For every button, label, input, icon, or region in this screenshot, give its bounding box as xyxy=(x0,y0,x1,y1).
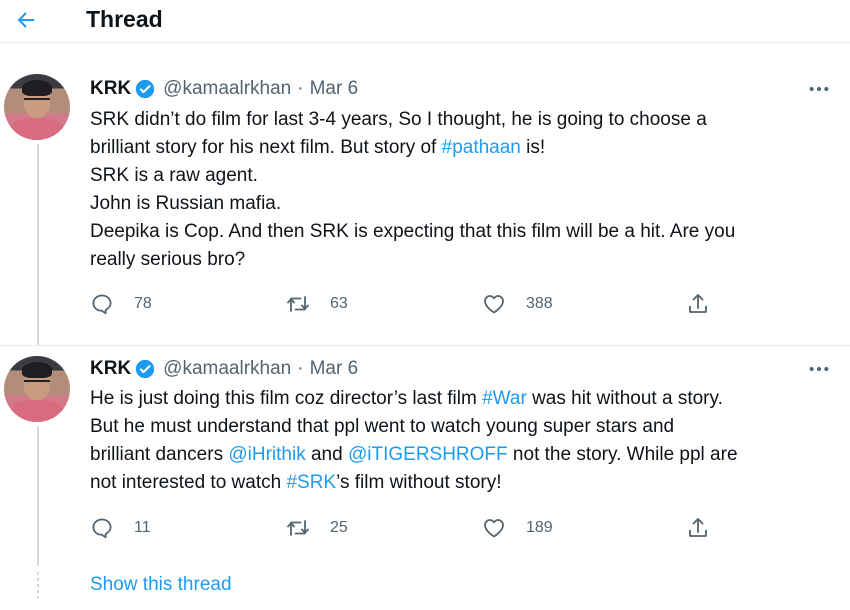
tweet-text-segment: and xyxy=(305,444,348,465)
thread-connector-line xyxy=(37,426,39,566)
tweet-text-segment: ’s film without story! xyxy=(336,472,502,493)
hashtag-link[interactable]: #War xyxy=(482,388,527,409)
tweet-text-segment: John is Russian mafia. xyxy=(90,193,282,214)
tweet[interactable]: KRK @kamaalrkhan · Mar 6 He is just doin… xyxy=(0,346,850,566)
more-options-button[interactable] xyxy=(802,76,836,102)
more-options-button[interactable] xyxy=(802,356,836,382)
tweet-text-segment: Deepika is Cop. And then SRK is expectin… xyxy=(90,221,736,242)
tweet-text-segment: is! xyxy=(520,137,546,158)
tweet-text-segment: really serious bro? xyxy=(90,249,246,270)
thread-dotted-connector xyxy=(37,572,39,598)
tweet-header: KRK @kamaalrkhan · Mar 6 xyxy=(90,76,358,102)
reply-icon xyxy=(92,518,112,539)
verified-badge-icon xyxy=(135,79,155,99)
tweet-actions: 78 63 388 xyxy=(90,289,730,319)
share-button[interactable] xyxy=(686,513,710,543)
tweet-text-line: But he must understand that ppl went to … xyxy=(90,413,835,441)
reply-count: 78 xyxy=(134,295,152,312)
retweet-button[interactable]: 25 xyxy=(286,513,348,543)
tweet-text-segment: SRK is a raw agent. xyxy=(90,165,258,186)
tweet-text-line: brilliant dancers @iHrithik and @iTIGERS… xyxy=(90,441,835,469)
tweet-text-line: SRK didn’t do film for last 3-4 years, S… xyxy=(90,106,835,134)
separator-dot: · xyxy=(297,358,304,379)
tweet-text: SRK didn’t do film for last 3-4 years, S… xyxy=(90,106,835,274)
like-button[interactable]: 388 xyxy=(482,289,553,319)
tweet-text-segment: SRK didn’t do film for last 3-4 years, S… xyxy=(90,109,707,130)
avatar[interactable] xyxy=(4,74,70,140)
tweet-text-segment: brilliant story for his next film. But s… xyxy=(90,137,442,158)
like-count: 189 xyxy=(526,519,553,536)
like-count: 388 xyxy=(526,295,553,312)
more-horizontal-icon xyxy=(809,366,829,372)
tweet-text-segment: not interested to watch xyxy=(90,472,287,493)
reply-button[interactable]: 78 xyxy=(90,289,152,319)
back-button[interactable] xyxy=(8,2,44,38)
tweet-text-line: SRK is a raw agent. xyxy=(90,162,835,190)
heart-icon xyxy=(484,519,504,538)
retweet-button[interactable]: 63 xyxy=(286,289,348,319)
tweet-text-line: brilliant story for his next film. But s… xyxy=(90,134,835,162)
tweet-text-line: Deepika is Cop. And then SRK is expectin… xyxy=(90,218,835,246)
tweet-text-segment: was hit without a story. xyxy=(526,388,723,409)
author-name[interactable]: KRK xyxy=(90,76,131,102)
author-handle[interactable]: @kamaalrkhan xyxy=(163,76,291,102)
tweet-header: KRK @kamaalrkhan · Mar 6 xyxy=(90,356,358,382)
show-thread-link[interactable]: Show this thread xyxy=(90,572,232,598)
tweet-actions: 11 25 189 xyxy=(90,513,730,543)
author-name[interactable]: KRK xyxy=(90,356,131,382)
share-button[interactable] xyxy=(686,289,710,319)
hashtag-link[interactable]: #SRK xyxy=(286,472,336,493)
tweet-text-line: not interested to watch #SRK’s film with… xyxy=(90,469,835,497)
tweet-text-line: He is just doing this film coz director’… xyxy=(90,385,835,413)
page-title: Thread xyxy=(86,6,163,32)
reply-count: 11 xyxy=(134,519,151,536)
tweet-text-segment: But he must understand that ppl went to … xyxy=(90,416,675,437)
tweet-text-segment: not the story. While ppl are xyxy=(507,444,738,465)
verified-badge-icon xyxy=(135,359,155,379)
tweet-text-line: John is Russian mafia. xyxy=(90,190,835,218)
thread-header: Thread xyxy=(0,0,850,43)
share-icon xyxy=(689,518,707,537)
tweet-text-line: really serious bro? xyxy=(90,246,835,274)
like-button[interactable]: 189 xyxy=(482,513,553,543)
retweet-icon xyxy=(287,296,309,312)
thread-connector-line xyxy=(37,144,39,345)
retweet-icon xyxy=(287,520,309,536)
tweet-text-segment: brilliant dancers xyxy=(90,444,229,465)
mention-link[interactable]: @iHrithik xyxy=(228,444,305,465)
more-horizontal-icon xyxy=(809,86,829,92)
avatar[interactable] xyxy=(4,356,70,422)
heart-icon xyxy=(484,295,504,314)
retweet-count: 63 xyxy=(330,295,348,312)
separator-dot: · xyxy=(297,78,304,99)
tweet-date[interactable]: Mar 6 xyxy=(310,76,359,102)
tweet-date[interactable]: Mar 6 xyxy=(310,356,359,382)
hashtag-link[interactable]: #pathaan xyxy=(442,137,521,158)
arrow-left-icon xyxy=(17,12,34,28)
author-handle[interactable]: @kamaalrkhan xyxy=(163,356,291,382)
share-icon xyxy=(689,294,707,313)
tweet-text: He is just doing this film coz director’… xyxy=(90,385,835,497)
mention-link[interactable]: @iTIGERSHROFF xyxy=(348,444,508,465)
reply-icon xyxy=(92,294,112,315)
tweet[interactable]: KRK @kamaalrkhan · Mar 6 SRK didn’t do f… xyxy=(0,60,850,345)
reply-button[interactable]: 11 xyxy=(90,513,151,543)
tweet-text-segment: He is just doing this film coz director’… xyxy=(90,388,483,409)
retweet-count: 25 xyxy=(330,519,348,536)
